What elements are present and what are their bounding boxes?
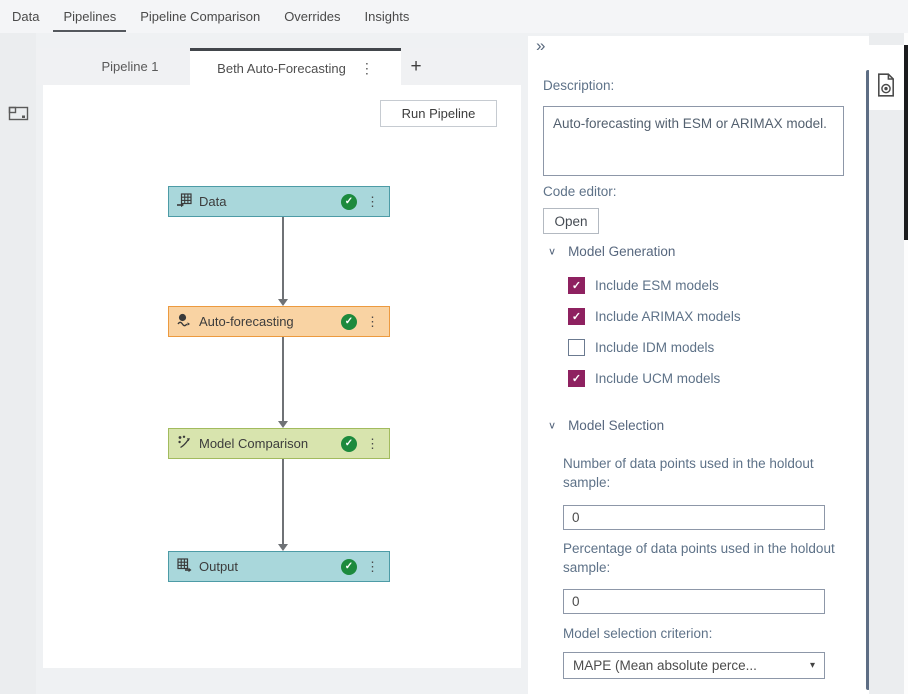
right-toolbar [869,45,904,110]
section-title: Model Generation [568,244,675,259]
checkbox-row-esm[interactable]: Include ESM models [568,277,719,294]
model-comparison-icon [177,435,192,452]
open-code-editor-button[interactable]: Open [543,208,599,234]
model-generation-section-header[interactable]: ∨ Model Generation [548,244,675,259]
pipeline-tab-bar: Pipeline 1 Beth Auto-Forecasting ⋮ + [36,48,521,85]
holdout-percent-label: Percentage of data points used in the ho… [563,539,848,577]
forecasting-icon [177,313,192,330]
active-tab-label: Beth Auto-Forecasting [217,61,346,76]
checkbox-row-arimax[interactable]: Include ARIMAX models [568,308,741,325]
pipeline-node-auto-forecasting[interactable]: Auto-forecasting ⋮ [168,306,390,337]
checkbox-row-idm[interactable]: Include IDM models [568,339,714,356]
data-table-icon [177,193,192,210]
tab-pipeline-1[interactable]: Pipeline 1 [70,48,190,85]
node-menu-icon[interactable]: ⋮ [364,436,381,452]
node-label: Output [199,559,238,574]
chevron-down-icon: ∨ [548,420,556,432]
nav-tab-pipelines[interactable]: Pipelines [53,0,126,33]
status-success-icon [341,436,357,452]
ucm-checkbox[interactable] [568,370,585,387]
add-pipeline-button[interactable]: + [401,48,431,85]
nav-tab-overrides[interactable]: Overrides [274,0,350,33]
node-label: Data [199,194,226,209]
code-editor-label: Code editor: [543,184,617,199]
node-label: Model Comparison [199,436,308,451]
left-rail [0,33,36,694]
connector-comparison-to-output [278,459,288,551]
arimax-checkbox[interactable] [568,308,585,325]
chevron-down-icon: ∨ [548,246,556,258]
status-success-icon [341,559,357,575]
esm-checkbox[interactable] [568,277,585,294]
output-table-icon [177,558,192,575]
nav-tab-insights[interactable]: Insights [355,0,420,33]
pipeline-node-output[interactable]: Output ⋮ [168,551,390,582]
pipeline-node-model-comparison[interactable]: Model Comparison ⋮ [168,428,390,459]
right-rail [869,33,908,694]
description-label: Description: [543,78,614,93]
checkbox-label: Include UCM models [595,371,720,386]
pipeline-canvas: Run Pipeline Data ⋮ [43,85,521,668]
checkbox-row-ucm[interactable]: Include UCM models [568,370,720,387]
nav-tab-data[interactable]: Data [2,0,49,33]
checkbox-label: Include ESM models [595,278,719,293]
model-selection-section-header[interactable]: ∨ Model Selection [548,418,664,433]
checkbox-label: Include IDM models [595,340,714,355]
run-pipeline-button[interactable]: Run Pipeline [380,100,497,127]
criterion-value: MAPE (Mean absolute perce... [573,658,810,673]
dropdown-arrow-icon: ▾ [810,660,815,671]
collapse-panel-icon[interactable]: » [536,36,543,56]
top-navigation: Data Pipelines Pipeline Comparison Overr… [0,0,908,33]
status-success-icon [341,194,357,210]
checkbox-label: Include ARIMAX models [595,309,741,324]
page-scrollbar-thumb[interactable] [904,45,908,240]
pipeline-node-data[interactable]: Data ⋮ [168,186,390,217]
section-title: Model Selection [568,418,664,433]
tab-menu-icon[interactable]: ⋮ [360,60,374,77]
idm-checkbox[interactable] [568,339,585,356]
description-input[interactable]: Auto-forecasting with ESM or ARIMAX mode… [543,106,844,176]
document-record-icon[interactable] [876,73,896,97]
criterion-label: Model selection criterion: [563,626,712,641]
node-menu-icon[interactable]: ⋮ [364,314,381,330]
holdout-number-input[interactable] [563,505,825,530]
holdout-number-label: Number of data points used in the holdou… [563,454,848,492]
status-success-icon [341,314,357,330]
node-menu-icon[interactable]: ⋮ [364,559,381,575]
node-label: Auto-forecasting [199,314,294,329]
node-menu-icon[interactable]: ⋮ [364,194,381,210]
connector-autoforecasting-to-comparison [278,337,288,428]
tab-beth-auto-forecasting[interactable]: Beth Auto-Forecasting ⋮ [190,48,401,85]
toggle-panel-icon[interactable] [8,105,29,122]
connector-data-to-autoforecasting [278,217,288,306]
properties-panel: » Description: Auto-forecasting with ESM… [528,36,869,694]
criterion-dropdown[interactable]: MAPE (Mean absolute perce... ▾ [563,652,825,679]
nav-tab-pipeline-comparison[interactable]: Pipeline Comparison [130,0,270,33]
holdout-percent-input[interactable] [563,589,825,614]
